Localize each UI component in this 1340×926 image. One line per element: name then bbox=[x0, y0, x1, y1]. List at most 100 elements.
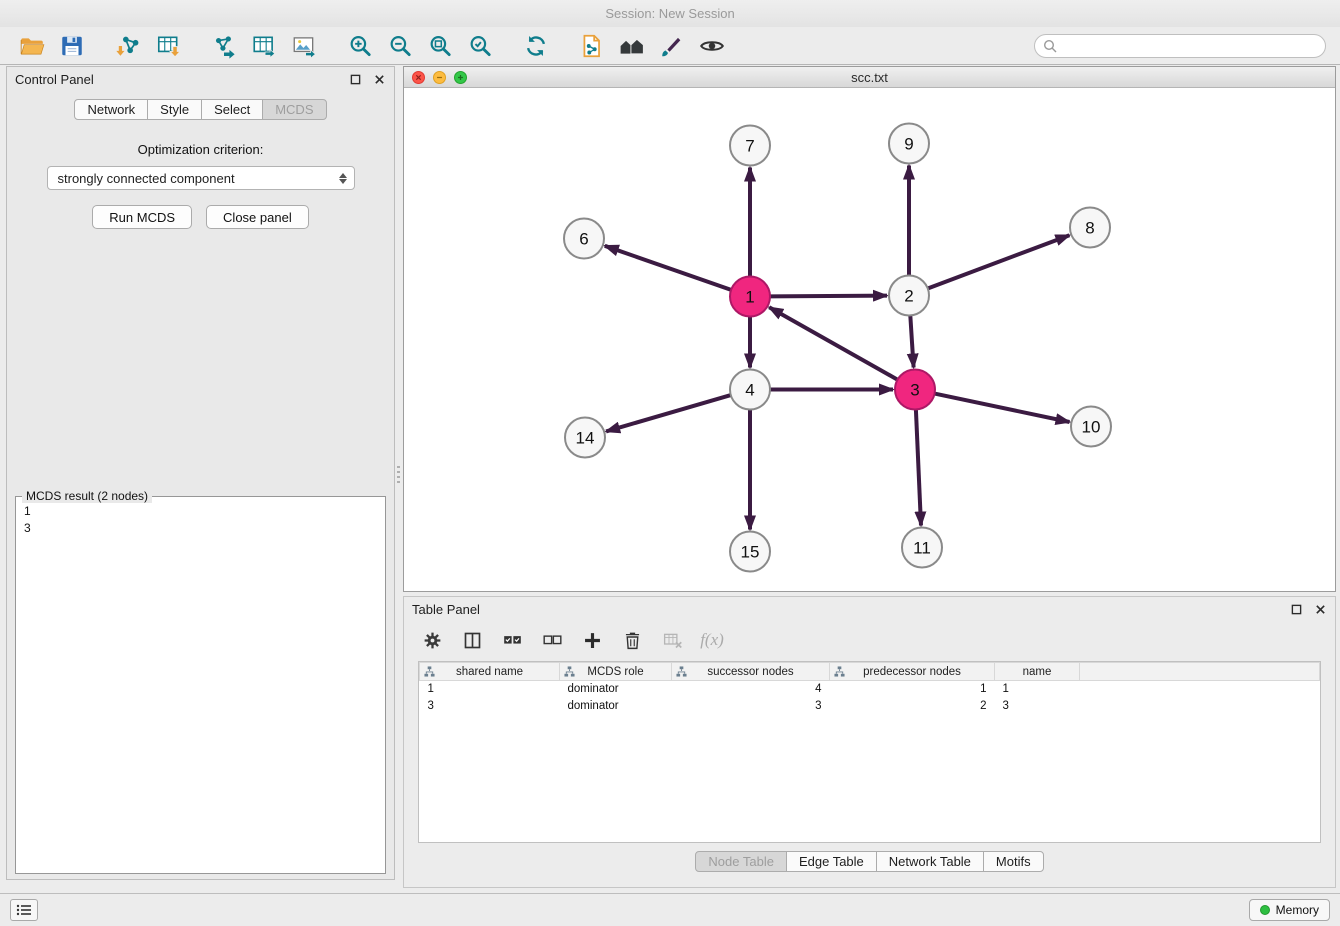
table-cell[interactable]: 1 bbox=[995, 681, 1080, 698]
export-network-button[interactable] bbox=[206, 31, 242, 61]
document-network-icon bbox=[579, 33, 605, 59]
close-panel-button[interactable]: Close panel bbox=[206, 205, 309, 229]
tab-network-table[interactable]: Network Table bbox=[876, 851, 984, 872]
table-cell-filler bbox=[1080, 698, 1320, 715]
graph-edge[interactable] bbox=[606, 395, 731, 431]
import-table-icon bbox=[155, 33, 181, 59]
close-window-button[interactable] bbox=[412, 71, 425, 84]
style-brush-icon bbox=[659, 33, 685, 59]
tab-edge-table[interactable]: Edge Table bbox=[786, 851, 877, 872]
graph-node-label: 15 bbox=[741, 543, 760, 562]
apply-layout-button[interactable] bbox=[518, 31, 554, 61]
minimize-window-button[interactable] bbox=[433, 71, 446, 84]
import-table-button[interactable] bbox=[150, 31, 186, 61]
tab-network[interactable]: Network bbox=[74, 99, 148, 120]
network-overview-button[interactable] bbox=[574, 31, 610, 61]
graph-edge[interactable] bbox=[935, 394, 1070, 422]
search-box[interactable] bbox=[1034, 34, 1326, 58]
fx-icon: f(x) bbox=[700, 630, 724, 650]
graph-edge[interactable] bbox=[928, 235, 1070, 288]
graph-edge[interactable] bbox=[769, 307, 897, 379]
column-label: name bbox=[1023, 666, 1052, 678]
column-header-mcds-role[interactable]: MCDS role bbox=[560, 663, 672, 681]
zoom-out-button[interactable] bbox=[382, 31, 418, 61]
table-row[interactable]: 3dominator323 bbox=[420, 698, 1320, 715]
traffic-lights bbox=[412, 71, 467, 84]
graph-node-label: 4 bbox=[745, 381, 754, 400]
criterion-select[interactable]: strongly connected component bbox=[47, 166, 355, 190]
import-network-button[interactable] bbox=[110, 31, 146, 61]
table-cell[interactable]: 4 bbox=[672, 681, 830, 698]
vertical-splitter[interactable] bbox=[395, 66, 403, 880]
zoom-selected-button[interactable] bbox=[462, 31, 498, 61]
zoom-fit-button[interactable] bbox=[422, 31, 458, 61]
add-column-button[interactable] bbox=[580, 628, 604, 652]
float-table-panel-icon[interactable] bbox=[1289, 602, 1303, 616]
column-header-name[interactable]: name bbox=[995, 663, 1080, 681]
gear-icon bbox=[422, 630, 443, 651]
open-session-button[interactable] bbox=[14, 31, 50, 61]
graph-node-label: 11 bbox=[913, 539, 931, 558]
home-overview-button[interactable] bbox=[614, 31, 650, 61]
memory-button[interactable]: Memory bbox=[1249, 899, 1330, 921]
save-session-button[interactable] bbox=[54, 31, 90, 61]
maximize-window-button[interactable] bbox=[454, 71, 467, 84]
float-panel-icon[interactable] bbox=[348, 72, 362, 86]
tab-motifs[interactable]: Motifs bbox=[983, 851, 1044, 872]
toggle-visibility-button[interactable] bbox=[694, 31, 730, 61]
tab-node-table[interactable]: Node Table bbox=[695, 851, 787, 872]
graph-node-label: 14 bbox=[576, 429, 595, 448]
table-cell[interactable]: 1 bbox=[420, 681, 560, 698]
table-header-row: shared name MCDS role successor nodes pr… bbox=[420, 663, 1320, 681]
graph-edge[interactable] bbox=[605, 246, 731, 290]
zoom-in-button[interactable] bbox=[342, 31, 378, 61]
export-image-button[interactable] bbox=[286, 31, 322, 61]
table-cell[interactable]: 2 bbox=[830, 698, 995, 715]
control-panel-header: Control Panel bbox=[7, 67, 394, 91]
table-cell[interactable]: 3 bbox=[420, 698, 560, 715]
column-label: shared name bbox=[456, 666, 523, 678]
table-cell[interactable]: dominator bbox=[560, 698, 672, 715]
column-header-predecessor-nodes[interactable]: predecessor nodes bbox=[830, 663, 995, 681]
column-header-successor-nodes[interactable]: successor nodes bbox=[672, 663, 830, 681]
column-header-shared-name[interactable]: shared name bbox=[420, 663, 560, 681]
deselect-all-button[interactable] bbox=[540, 628, 564, 652]
apply-style-button[interactable] bbox=[654, 31, 690, 61]
show-columns-button[interactable] bbox=[460, 628, 484, 652]
tab-style[interactable]: Style bbox=[147, 99, 202, 120]
task-history-button[interactable] bbox=[10, 899, 38, 921]
delete-table-button[interactable] bbox=[660, 628, 684, 652]
delete-column-button[interactable] bbox=[620, 628, 644, 652]
zoom-fit-icon bbox=[427, 33, 453, 59]
table-cell[interactable]: 3 bbox=[995, 698, 1080, 715]
columns-icon bbox=[462, 630, 483, 651]
table-cell[interactable]: dominator bbox=[560, 681, 672, 698]
table-cell[interactable]: 1 bbox=[830, 681, 995, 698]
layout-group bbox=[518, 31, 554, 61]
table-panel-title: Table Panel bbox=[412, 602, 480, 617]
close-panel-icon[interactable] bbox=[372, 72, 386, 86]
select-all-button[interactable] bbox=[500, 628, 524, 652]
tab-select[interactable]: Select bbox=[201, 99, 263, 120]
run-mcds-button[interactable]: Run MCDS bbox=[92, 205, 192, 229]
graph-edge[interactable] bbox=[916, 410, 921, 526]
network-window: scc.txt 7968124314101511 bbox=[403, 66, 1336, 592]
table-tabs: Node Table Edge Table Network Table Moti… bbox=[404, 851, 1335, 872]
table-row[interactable]: 1dominator411 bbox=[420, 681, 1320, 698]
export-table-button[interactable] bbox=[246, 31, 282, 61]
view-group bbox=[574, 31, 730, 61]
network-canvas[interactable]: 7968124314101511 bbox=[404, 88, 1335, 591]
houses-icon bbox=[619, 33, 645, 59]
memory-label: Memory bbox=[1276, 903, 1319, 917]
graph-node-label: 3 bbox=[910, 381, 919, 400]
table-cell[interactable]: 3 bbox=[672, 698, 830, 715]
close-table-panel-icon[interactable] bbox=[1313, 602, 1327, 616]
graph-edge[interactable] bbox=[770, 296, 887, 297]
mcds-result-text: 13 bbox=[16, 497, 385, 543]
graph-edge[interactable] bbox=[910, 316, 913, 368]
search-input[interactable] bbox=[1062, 39, 1317, 53]
function-builder-button[interactable]: f(x) bbox=[700, 628, 724, 652]
table-settings-button[interactable] bbox=[420, 628, 444, 652]
deselect-all-icon bbox=[542, 630, 563, 651]
tab-mcds[interactable]: MCDS bbox=[262, 99, 326, 120]
